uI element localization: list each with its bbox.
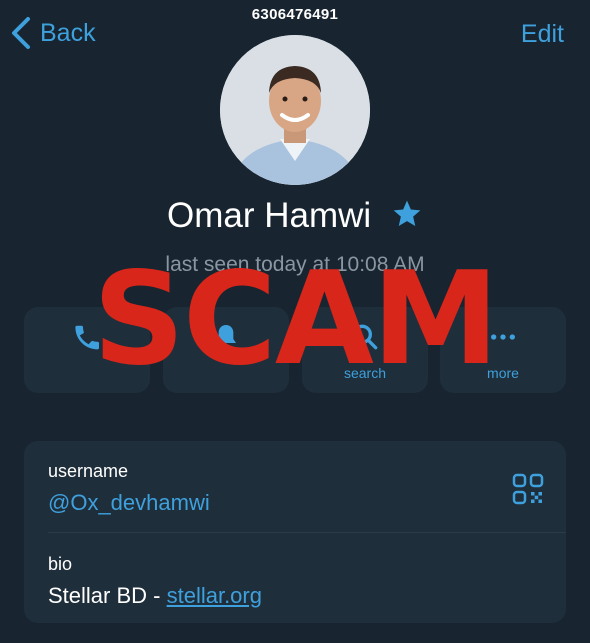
profile-name-row: Omar Hamwi: [0, 196, 590, 236]
star-icon: [393, 200, 421, 226]
divider: [48, 532, 566, 533]
action-buttons-row: search more: [24, 307, 566, 393]
more-icon: [491, 334, 515, 340]
username-value[interactable]: @Ox_devhamwi: [48, 490, 210, 516]
avatar[interactable]: [220, 35, 370, 185]
search-label: search: [343, 365, 387, 381]
bio-label: bio: [48, 554, 73, 574]
bio-text: Stellar BD -: [48, 583, 167, 608]
mute-button[interactable]: [163, 307, 289, 393]
qr-code-icon: [512, 473, 544, 505]
more-button[interactable]: more: [440, 307, 566, 393]
edit-button[interactable]: Edit: [521, 20, 564, 49]
last-seen-status: last seen today at 10:08 AM: [165, 253, 425, 276]
bio-link[interactable]: stellar.org: [167, 583, 262, 608]
more-label: more: [487, 365, 519, 381]
call-button[interactable]: [24, 307, 150, 393]
user-id-title: 6306476491: [251, 6, 339, 23]
bell-icon: [216, 325, 236, 349]
search-icon: [352, 324, 378, 350]
info-card: username @Ox_devhamwi bio Stellar BD - s…: [24, 441, 566, 623]
username-label: username: [48, 461, 129, 481]
profile-name: Omar Hamwi: [167, 196, 372, 235]
profile-photo: [220, 35, 370, 185]
qr-code-button[interactable]: [512, 473, 544, 505]
search-button[interactable]: search: [302, 307, 428, 393]
bio-value: Stellar BD - stellar.org: [48, 583, 262, 609]
phone-icon: [75, 325, 99, 350]
